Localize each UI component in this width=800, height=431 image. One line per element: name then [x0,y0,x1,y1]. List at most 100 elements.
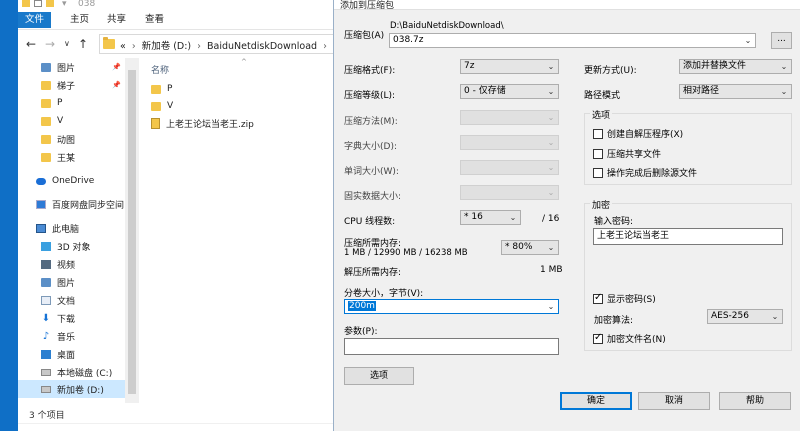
chevron-down-icon: ⌄ [771,312,779,321]
folder-icon [151,101,161,111]
checkbox-box[interactable] [593,148,603,159]
breadcrumb-separator: › [131,41,136,52]
tab-view[interactable]: 查看 [138,12,171,28]
folder-icon [41,98,51,108]
folder-icon [41,152,51,162]
checkbox-box[interactable] [593,128,603,139]
level-select[interactable]: 0 - 仅存储 ⌄ [460,84,559,99]
baidu-sync-icon [36,199,46,209]
split-size-combo[interactable]: 200m ⌄ [344,299,559,314]
address-bar[interactable]: « › 新加卷 (D:) › BaiduNetdiskDownload › 03… [99,34,351,54]
file-item-folder-v[interactable]: V [151,98,173,114]
status-bar: 3 个项目 [18,403,336,423]
checkbox-box[interactable] [593,332,603,344]
dialog-titlebar: 添加到压缩包 [334,0,800,11]
nav-item-drive-c[interactable]: 本地磁盘 (C:) [18,363,125,381]
file-name: P [167,84,173,94]
format-select[interactable]: 7z ⌄ [460,59,559,74]
cpu-threads-select[interactable]: * 16 ⌄ [460,210,521,225]
checkbox-box[interactable] [593,292,603,304]
method-select: ⌄ [460,110,559,125]
checkbox-box[interactable] [593,167,603,178]
nav-item-label: 图片 [57,278,76,289]
ok-button[interactable]: 确定 [560,392,632,410]
path-mode-select[interactable]: 相对路径 ⌄ [679,84,792,99]
nav-item-drive-d[interactable]: 新加卷 (D:) [18,380,125,398]
help-button[interactable]: 帮助 [719,392,791,410]
breadcrumb-overflow[interactable]: « [120,41,126,52]
nav-item-pictures-pinned[interactable]: 图片 📌 [18,58,125,76]
nav-item-label: 桌面 [57,350,76,361]
password-input[interactable]: 上老王论坛当老王 [593,228,783,245]
properties-icon[interactable] [34,0,42,7]
nav-item-label: 图片 [57,63,76,74]
params-input[interactable] [344,338,559,355]
path-mode-value: 相对路径 [683,86,720,96]
options-button[interactable]: 选项 [344,367,414,385]
drive-icon [41,368,51,376]
nav-item-onedrive[interactable]: OneDrive [18,172,125,190]
file-item-folder-p[interactable]: P [151,81,172,97]
encryption-method-value: AES-256 [711,311,749,321]
nav-item-baidu-sync[interactable]: 百度网盘同步空间 [18,195,125,213]
show-password-checkbox[interactable]: 显示密码(S) [593,292,656,305]
archive-name-combo[interactable]: 038.7z ⌄ [389,33,756,48]
nav-item-videos[interactable]: 视频 [18,255,125,273]
browse-button[interactable]: ... [771,32,792,49]
quick-access-dropdown-icon[interactable]: ▾ [62,0,67,9]
navigation-scrollbar[interactable] [125,58,139,403]
nav-item-music[interactable]: ♪ 音乐 [18,327,125,345]
encrypt-filenames-checkbox[interactable]: 加密文件名(N) [593,332,666,345]
folder-icon [41,80,51,90]
column-header-name[interactable]: 名称 [151,63,169,76]
scrollbar-thumb[interactable] [128,70,136,394]
forward-arrow-icon[interactable]: → [45,38,55,50]
back-arrow-icon[interactable]: ← [26,38,36,50]
create-sfx-checkbox[interactable]: 创建自解压程序(X) [593,127,683,140]
decompress-memory-label: 解压所需内存: [344,268,402,278]
nav-item-documents[interactable]: 文档 [18,291,125,309]
tab-file[interactable]: 文件 [18,12,51,28]
encryption-method-select[interactable]: AES-256 ⌄ [707,309,783,324]
memory-percent-value: * 80% [505,242,533,252]
chevron-down-icon[interactable]: ⌄ [741,34,755,47]
nav-item-downloads[interactable]: ⬇ 下载 [18,309,125,327]
password-label: 输入密码: [594,217,634,227]
pictures-icon [41,62,51,72]
tab-share[interactable]: 共享 [100,12,133,28]
delete-after-checkbox[interactable]: 操作完成后删除源文件 [593,166,697,179]
chevron-down-icon: ⌄ [547,138,555,147]
nav-item-pictures[interactable]: 图片 [18,273,125,291]
music-icon: ♪ [42,330,50,342]
add-to-archive-dialog: 添加到压缩包 压缩包(A) D:\BaiduNetdiskDownload\ 0… [333,0,800,431]
new-folder-icon[interactable] [46,0,54,7]
chevron-down-icon: ⌄ [547,113,555,122]
breadcrumb-folder[interactable]: BaiduNetdiskDownload [207,41,317,52]
dialog-title: 添加到压缩包 [340,1,395,11]
memory-percent-select[interactable]: * 80% ⌄ [501,240,559,255]
nav-item-wang[interactable]: 王某 [18,148,125,166]
nav-item-v[interactable]: V [18,112,125,130]
compress-shared-checkbox[interactable]: 压缩共享文件 [593,147,661,160]
format-label: 压缩格式(F): [344,66,396,76]
nav-item-3d-objects[interactable]: 3D 对象 [18,237,125,255]
nav-item-ladder[interactable]: 梯子 📌 [18,76,125,94]
up-arrow-icon[interactable]: ↑ [78,38,88,50]
recent-locations-chevron-icon[interactable]: ∨ [64,38,70,50]
nav-item-p[interactable]: P [18,94,125,112]
nav-item-desktop[interactable]: 桌面 [18,345,125,363]
cancel-button[interactable]: 取消 [638,392,710,410]
desktop-icon [41,349,51,359]
ribbon-tabs: 文件 主页 共享 查看 [18,10,336,30]
tab-home[interactable]: 主页 [63,12,96,28]
nav-item-gifs[interactable]: 动图 [18,130,125,148]
file-item-zip[interactable]: 上老王论坛当老王.zip [151,115,254,131]
compress-memory-detail: 1 MB / 12990 MB / 16238 MB [344,248,468,258]
window-title: 038 [78,0,96,9]
breadcrumb-drive[interactable]: 新加卷 (D:) [142,41,191,52]
chevron-down-icon[interactable]: ⌄ [544,300,558,313]
nav-item-this-pc[interactable]: 此电脑 [18,219,125,237]
update-mode-select[interactable]: 添加并替换文件 ⌄ [679,59,792,74]
encryption-method-label: 加密算法: [594,316,634,326]
window-bottom-edge [18,423,336,431]
